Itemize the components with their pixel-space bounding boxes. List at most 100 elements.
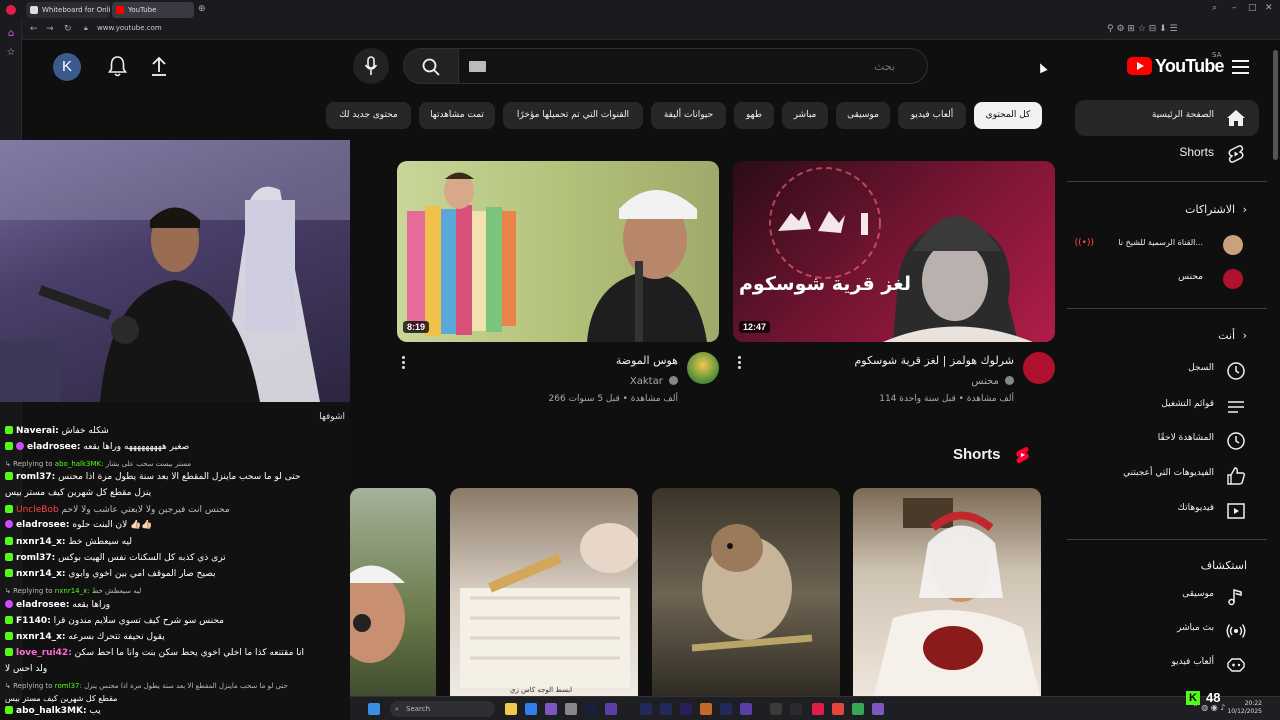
video-menu-icon[interactable] [402,356,406,371]
new-tab-icon[interactable]: ⊕ [198,4,206,14]
sidebar-item-subscription[interactable]: محنس [1075,262,1259,298]
chevron-right-icon: › [1242,203,1247,216]
channel-name[interactable]: Xaktar [630,376,678,387]
chrome-icon[interactable] [852,703,864,715]
short-card[interactable] [350,488,436,700]
upload-icon[interactable] [150,56,168,77]
short-card[interactable] [652,488,840,700]
browser-logo-icon[interactable] [6,5,16,15]
app-icon[interactable] [565,703,577,715]
chip-all[interactable]: كل المحتوى [974,102,1042,129]
sidebar-item-playlists[interactable]: قوائم التشغيل [1075,389,1259,425]
sidebar-item-your-videos[interactable]: فيديوهاتك [1075,493,1259,529]
thumbnail-illustration [769,167,1033,342]
close-window-icon[interactable]: ✕ [1265,3,1273,13]
extensions-icon[interactable]: ⚲ ⚙ ⊞ ☆ ⊟ ⬇ ☰ [1107,24,1178,34]
sidebar-item-subscription[interactable]: القناة الرسمية للشيخ نا... ((•)) [1075,228,1259,264]
opera-icon[interactable] [812,703,824,715]
sidebar-separator [1067,308,1267,309]
chat-message: F1140: محنس سو شرح كيف تسوي سلايم مندون … [5,616,345,626]
bookmark-rail-icon[interactable]: ☆ [5,47,17,59]
short-card[interactable]: ابسط الوجه كاس زي [450,488,638,700]
sidebar-item-music[interactable]: موسيقى [1075,579,1259,615]
kick-badge-icon [5,569,13,577]
kick-badge-icon [5,632,13,640]
chip-pets[interactable]: حيوانات أليفة [651,102,726,129]
app-icon[interactable] [605,703,617,715]
sidebar-item-liked[interactable]: الفيديوهات التي أعجبتني [1075,458,1259,494]
url-text[interactable]: www.youtube.com [97,24,162,32]
chip-recently-uploaded[interactable]: القنوات التي تم تحميلها مؤخرًا [503,102,643,129]
chip-gaming[interactable]: ألعاب فيديو [898,102,966,129]
app-icon[interactable] [770,703,782,715]
chat-message: ولد احس لا [5,664,48,674]
forward-icon[interactable]: → [46,24,54,34]
taskbar-search[interactable]: ⌕ Search [390,701,495,717]
app-icon[interactable] [832,703,844,715]
tab-youtube[interactable]: YouTube [112,2,194,18]
chip-new-to-you[interactable]: محتوى جديد لك [326,102,411,129]
obs-icon[interactable] [790,703,802,715]
windows-start-icon[interactable] [368,703,380,715]
search-button[interactable] [403,48,459,84]
app-icon[interactable] [700,703,712,715]
back-icon[interactable]: ← [30,24,38,34]
search-input[interactable] [459,49,927,83]
minimize-icon[interactable]: – [1232,3,1237,13]
reload-icon[interactable]: ↻ [64,24,72,34]
chip-watched[interactable]: تمت مشاهدتها [419,102,495,129]
sidebar-item-history[interactable]: السجل [1075,353,1259,389]
keyboard-icon[interactable] [469,61,486,72]
chip-music[interactable]: موسيقى [836,102,890,129]
chat-reply-header: ↳ Replying to roml37: حتى لو ما سحب ماين… [5,682,288,690]
short-thumbnail [350,565,405,663]
vscode-icon[interactable] [525,703,537,715]
after-effects-icon[interactable] [640,703,652,715]
youtube-favicon-icon [116,6,124,14]
after-effects-icon[interactable] [660,703,672,715]
guide-menu-icon[interactable] [1232,60,1249,74]
search-field[interactable] [458,48,928,84]
channel-avatar[interactable] [1023,352,1055,384]
sidebar-item-live[interactable]: بث مباشر [1075,613,1259,649]
home-rail-icon[interactable]: ⌂ [5,28,17,40]
video-thumbnail[interactable]: 8:19 [397,161,719,342]
channel-avatar [1223,235,1243,255]
account-avatar[interactable]: K [53,53,81,81]
audition-icon[interactable] [720,703,732,715]
shorts-logo-icon [1016,447,1029,463]
search-tabs-icon[interactable]: ⌕ [1212,3,1217,13]
short-card[interactable] [853,488,1041,700]
gamepad-icon [1227,658,1245,672]
channel-avatar[interactable] [687,352,719,384]
app-icon[interactable] [740,703,752,715]
subscriptions-heading[interactable]: الاشتراكات › [1185,203,1247,216]
chip-live[interactable]: مباشر [782,102,828,129]
video-menu-icon[interactable] [738,356,742,371]
media-encoder-icon[interactable] [680,703,692,715]
chevron-right-icon: › [1242,329,1247,342]
video-title[interactable]: شرلوك هولمز | لغز قرية شوسكوم [854,354,1014,367]
you-heading[interactable]: أنت › [1218,329,1247,342]
video-title[interactable]: هوس الموضة [616,354,678,367]
tab-whiteboard[interactable]: Whiteboard for Online Co [26,2,110,18]
page-scrollbar[interactable] [1273,50,1278,160]
maximize-icon[interactable]: □ [1248,3,1257,13]
file-explorer-icon[interactable] [505,703,517,715]
channel-name[interactable]: محنس [971,376,1014,387]
notifications-bell-icon[interactable] [108,56,127,77]
discord-icon[interactable] [872,703,884,715]
kick-badge-icon [5,505,13,513]
sidebar-item-shorts[interactable]: Shorts [1075,136,1259,172]
voice-search-button[interactable] [353,48,389,84]
sidebar-item-gaming[interactable]: ألعاب فيديو [1075,647,1259,683]
sidebar-item-home[interactable]: الصفحة الرئيسية [1075,100,1259,136]
photoshop-icon[interactable] [585,703,597,715]
shorts-section-title: Shorts [953,446,1001,463]
webcam-scene [0,140,350,402]
chip-cooking[interactable]: طهو [734,102,774,129]
visual-studio-icon[interactable] [545,703,557,715]
sidebar-item-watch-later[interactable]: المشاهدة لاحقًا [1075,423,1259,459]
taskbar-clock[interactable]: 20:22 10/12/2025 [1227,700,1262,716]
video-thumbnail[interactable]: لغز قرية شوسكوم 12:47 [733,161,1055,342]
